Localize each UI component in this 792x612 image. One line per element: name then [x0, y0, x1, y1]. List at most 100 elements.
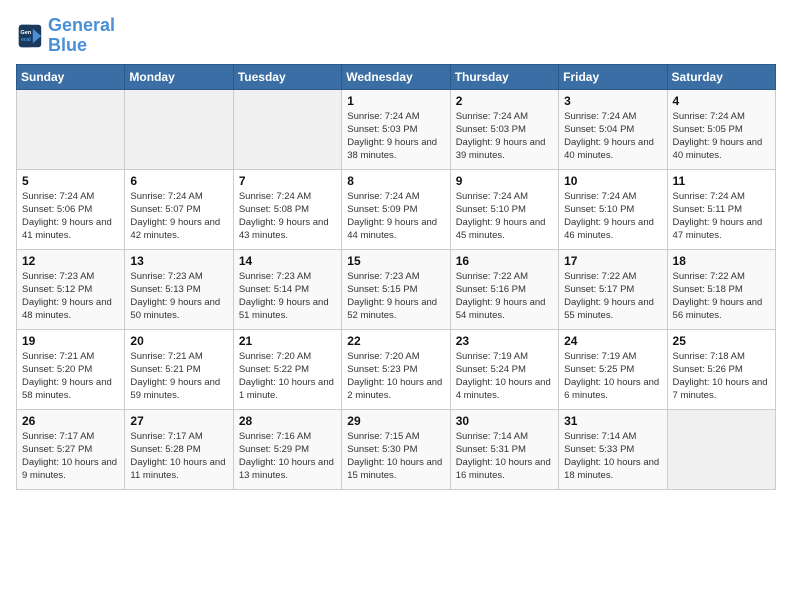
day-number: 5	[22, 174, 119, 188]
day-number: 10	[564, 174, 661, 188]
calendar-week-1: 1 Sunrise: 7:24 AMSunset: 5:03 PMDayligh…	[17, 89, 776, 169]
day-number: 6	[130, 174, 227, 188]
day-number: 2	[456, 94, 553, 108]
calendar-cell	[667, 409, 775, 489]
day-info: Sunrise: 7:24 AMSunset: 5:05 PMDaylight:…	[673, 110, 770, 163]
day-info: Sunrise: 7:18 AMSunset: 5:26 PMDaylight:…	[673, 350, 770, 403]
day-number: 4	[673, 94, 770, 108]
calendar-cell: 16 Sunrise: 7:22 AMSunset: 5:16 PMDaylig…	[450, 249, 558, 329]
day-number: 19	[22, 334, 119, 348]
day-info: Sunrise: 7:24 AMSunset: 5:11 PMDaylight:…	[673, 190, 770, 243]
calendar-cell: 2 Sunrise: 7:24 AMSunset: 5:03 PMDayligh…	[450, 89, 558, 169]
calendar-cell: 7 Sunrise: 7:24 AMSunset: 5:08 PMDayligh…	[233, 169, 341, 249]
calendar-cell	[233, 89, 341, 169]
day-info: Sunrise: 7:24 AMSunset: 5:03 PMDaylight:…	[456, 110, 553, 163]
calendar-cell: 14 Sunrise: 7:23 AMSunset: 5:14 PMDaylig…	[233, 249, 341, 329]
day-number: 27	[130, 414, 227, 428]
day-number: 3	[564, 94, 661, 108]
logo-text: GeneralBlue	[48, 16, 115, 56]
day-number: 21	[239, 334, 336, 348]
day-number: 23	[456, 334, 553, 348]
calendar-cell: 30 Sunrise: 7:14 AMSunset: 5:31 PMDaylig…	[450, 409, 558, 489]
day-info: Sunrise: 7:23 AMSunset: 5:13 PMDaylight:…	[130, 270, 227, 323]
calendar-cell	[17, 89, 125, 169]
calendar-cell: 18 Sunrise: 7:22 AMSunset: 5:18 PMDaylig…	[667, 249, 775, 329]
calendar-cell	[125, 89, 233, 169]
calendar-week-3: 12 Sunrise: 7:23 AMSunset: 5:12 PMDaylig…	[17, 249, 776, 329]
day-number: 8	[347, 174, 444, 188]
day-info: Sunrise: 7:14 AMSunset: 5:33 PMDaylight:…	[564, 430, 661, 483]
day-info: Sunrise: 7:20 AMSunset: 5:23 PMDaylight:…	[347, 350, 444, 403]
day-number: 12	[22, 254, 119, 268]
day-info: Sunrise: 7:24 AMSunset: 5:10 PMDaylight:…	[564, 190, 661, 243]
calendar-cell: 12 Sunrise: 7:23 AMSunset: 5:12 PMDaylig…	[17, 249, 125, 329]
day-info: Sunrise: 7:20 AMSunset: 5:22 PMDaylight:…	[239, 350, 336, 403]
day-number: 16	[456, 254, 553, 268]
day-number: 31	[564, 414, 661, 428]
day-number: 11	[673, 174, 770, 188]
day-info: Sunrise: 7:15 AMSunset: 5:30 PMDaylight:…	[347, 430, 444, 483]
day-info: Sunrise: 7:22 AMSunset: 5:18 PMDaylight:…	[673, 270, 770, 323]
calendar-cell: 23 Sunrise: 7:19 AMSunset: 5:24 PMDaylig…	[450, 329, 558, 409]
day-info: Sunrise: 7:23 AMSunset: 5:15 PMDaylight:…	[347, 270, 444, 323]
weekday-header-saturday: Saturday	[667, 64, 775, 89]
logo-icon: Gen eral	[16, 22, 44, 50]
weekday-header-sunday: Sunday	[17, 64, 125, 89]
day-number: 30	[456, 414, 553, 428]
calendar-cell: 11 Sunrise: 7:24 AMSunset: 5:11 PMDaylig…	[667, 169, 775, 249]
calendar-cell: 9 Sunrise: 7:24 AMSunset: 5:10 PMDayligh…	[450, 169, 558, 249]
day-info: Sunrise: 7:24 AMSunset: 5:03 PMDaylight:…	[347, 110, 444, 163]
day-info: Sunrise: 7:19 AMSunset: 5:24 PMDaylight:…	[456, 350, 553, 403]
day-info: Sunrise: 7:22 AMSunset: 5:17 PMDaylight:…	[564, 270, 661, 323]
day-info: Sunrise: 7:24 AMSunset: 5:09 PMDaylight:…	[347, 190, 444, 243]
calendar-cell: 13 Sunrise: 7:23 AMSunset: 5:13 PMDaylig…	[125, 249, 233, 329]
day-info: Sunrise: 7:24 AMSunset: 5:08 PMDaylight:…	[239, 190, 336, 243]
day-number: 26	[22, 414, 119, 428]
weekday-header-monday: Monday	[125, 64, 233, 89]
day-number: 18	[673, 254, 770, 268]
weekday-header-wednesday: Wednesday	[342, 64, 450, 89]
calendar-cell: 25 Sunrise: 7:18 AMSunset: 5:26 PMDaylig…	[667, 329, 775, 409]
calendar-table: SundayMondayTuesdayWednesdayThursdayFrid…	[16, 64, 776, 490]
day-number: 25	[673, 334, 770, 348]
calendar-week-5: 26 Sunrise: 7:17 AMSunset: 5:27 PMDaylig…	[17, 409, 776, 489]
weekday-header-tuesday: Tuesday	[233, 64, 341, 89]
calendar-cell: 22 Sunrise: 7:20 AMSunset: 5:23 PMDaylig…	[342, 329, 450, 409]
weekday-header-row: SundayMondayTuesdayWednesdayThursdayFrid…	[17, 64, 776, 89]
svg-text:eral: eral	[21, 37, 31, 43]
calendar-cell: 27 Sunrise: 7:17 AMSunset: 5:28 PMDaylig…	[125, 409, 233, 489]
calendar-cell: 21 Sunrise: 7:20 AMSunset: 5:22 PMDaylig…	[233, 329, 341, 409]
day-number: 20	[130, 334, 227, 348]
calendar-cell: 19 Sunrise: 7:21 AMSunset: 5:20 PMDaylig…	[17, 329, 125, 409]
calendar-cell: 8 Sunrise: 7:24 AMSunset: 5:09 PMDayligh…	[342, 169, 450, 249]
calendar-cell: 20 Sunrise: 7:21 AMSunset: 5:21 PMDaylig…	[125, 329, 233, 409]
day-info: Sunrise: 7:23 AMSunset: 5:12 PMDaylight:…	[22, 270, 119, 323]
svg-text:Gen: Gen	[20, 30, 31, 36]
calendar-cell: 29 Sunrise: 7:15 AMSunset: 5:30 PMDaylig…	[342, 409, 450, 489]
calendar-cell: 24 Sunrise: 7:19 AMSunset: 5:25 PMDaylig…	[559, 329, 667, 409]
day-number: 13	[130, 254, 227, 268]
calendar-cell: 5 Sunrise: 7:24 AMSunset: 5:06 PMDayligh…	[17, 169, 125, 249]
calendar-body: 1 Sunrise: 7:24 AMSunset: 5:03 PMDayligh…	[17, 89, 776, 489]
page-header: Gen eral GeneralBlue	[16, 16, 776, 56]
day-info: Sunrise: 7:24 AMSunset: 5:10 PMDaylight:…	[456, 190, 553, 243]
day-info: Sunrise: 7:24 AMSunset: 5:06 PMDaylight:…	[22, 190, 119, 243]
day-number: 7	[239, 174, 336, 188]
day-number: 17	[564, 254, 661, 268]
day-number: 22	[347, 334, 444, 348]
day-info: Sunrise: 7:22 AMSunset: 5:16 PMDaylight:…	[456, 270, 553, 323]
calendar-cell: 26 Sunrise: 7:17 AMSunset: 5:27 PMDaylig…	[17, 409, 125, 489]
day-info: Sunrise: 7:14 AMSunset: 5:31 PMDaylight:…	[456, 430, 553, 483]
day-info: Sunrise: 7:16 AMSunset: 5:29 PMDaylight:…	[239, 430, 336, 483]
weekday-header-thursday: Thursday	[450, 64, 558, 89]
day-number: 29	[347, 414, 444, 428]
calendar-cell: 6 Sunrise: 7:24 AMSunset: 5:07 PMDayligh…	[125, 169, 233, 249]
day-info: Sunrise: 7:23 AMSunset: 5:14 PMDaylight:…	[239, 270, 336, 323]
calendar-cell: 4 Sunrise: 7:24 AMSunset: 5:05 PMDayligh…	[667, 89, 775, 169]
day-number: 28	[239, 414, 336, 428]
calendar-cell: 17 Sunrise: 7:22 AMSunset: 5:17 PMDaylig…	[559, 249, 667, 329]
calendar-week-2: 5 Sunrise: 7:24 AMSunset: 5:06 PMDayligh…	[17, 169, 776, 249]
day-info: Sunrise: 7:24 AMSunset: 5:04 PMDaylight:…	[564, 110, 661, 163]
day-info: Sunrise: 7:17 AMSunset: 5:27 PMDaylight:…	[22, 430, 119, 483]
calendar-cell: 15 Sunrise: 7:23 AMSunset: 5:15 PMDaylig…	[342, 249, 450, 329]
